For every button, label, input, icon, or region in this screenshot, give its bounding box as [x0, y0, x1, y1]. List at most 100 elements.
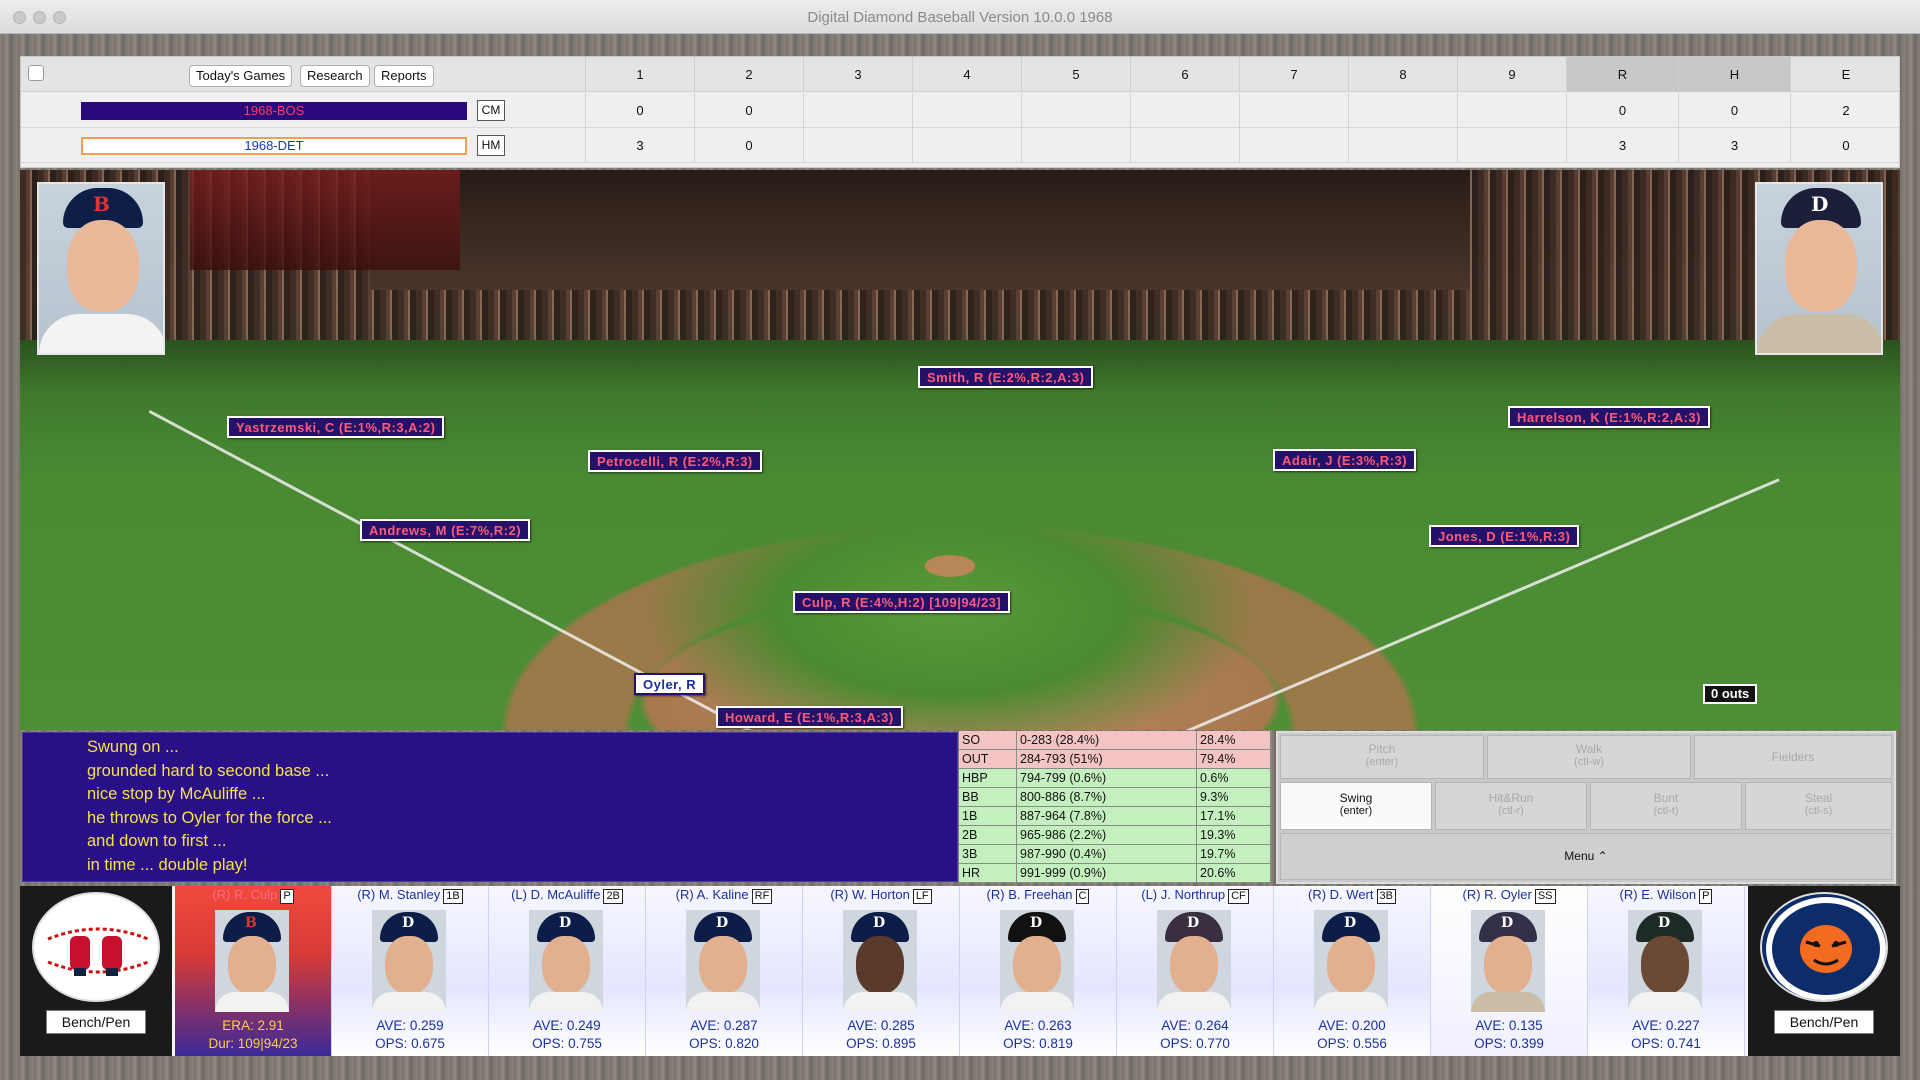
cap-logo-icon: D	[1501, 915, 1514, 931]
swing-button[interactable]: Swing (enter)	[1280, 782, 1432, 830]
player-average: AVE: 0.259	[376, 1018, 444, 1033]
play-line: Swung on ...	[87, 738, 179, 756]
select-checkbox[interactable]	[28, 65, 44, 81]
lineup-player-name: (R) D. Wert 3B	[1274, 887, 1430, 904]
odds-label: 1B	[959, 807, 1017, 826]
play-line: and down to first ...	[87, 832, 227, 850]
lineup-slot[interactable]: (R) W. Horton LF D AVE: 0.285 OPS: 0.895	[803, 886, 960, 1056]
odds-label: HR	[959, 864, 1017, 883]
odds-cumulative: 17.1%	[1197, 807, 1271, 826]
menu-button[interactable]: Menu ⌃	[1280, 833, 1892, 880]
player-ops: OPS: 0.675	[375, 1036, 445, 1051]
player-name: (R) R. Culp	[212, 887, 278, 902]
lineup-slot[interactable]: (L) D. McAuliffe 2B D AVE: 0.249 OPS: 0.7…	[489, 886, 646, 1056]
player-ops: OPS: 0.770	[1160, 1036, 1230, 1051]
player-ops: OPS: 0.741	[1631, 1036, 1701, 1051]
scoreboard-header: Today's Games Research Reports 1 2 3 4 5…	[21, 57, 1899, 92]
away-team-name[interactable]: 1968-BOS	[81, 102, 467, 120]
away-bench-button[interactable]: Bench/Pen	[46, 1010, 146, 1034]
uniform-shape	[843, 992, 917, 1012]
inning-score	[1239, 128, 1348, 163]
fielder-label-cf[interactable]: Smith, R (E:2%,R:2,A:3)	[918, 366, 1094, 388]
lineup-slot-pitcher[interactable]: (R) R. Culp P B ERA: 2.91 Dur: 109|94/23	[175, 886, 332, 1056]
face-shape	[699, 936, 747, 994]
lineup-slot[interactable]: (R) D. Wert 3B D AVE: 0.200 OPS: 0.556	[1274, 886, 1431, 1056]
hit-and-run-shortcut: (ctl-r)	[1498, 805, 1524, 817]
uniform-shape	[1000, 992, 1074, 1012]
fielder-label-p[interactable]: Culp, R (E:4%,H:2) [109|94/23]	[793, 591, 1011, 613]
odds-cumulative: 79.4%	[1197, 750, 1271, 769]
pitcher-era: ERA: 2.91	[222, 1018, 284, 1033]
cap-logo-icon: D	[1187, 915, 1200, 931]
inning-score	[1457, 128, 1566, 163]
player-average: AVE: 0.287	[690, 1018, 758, 1033]
lineup-slot[interactable]: (L) J. Northrup CF D AVE: 0.264 OPS: 0.77…	[1117, 886, 1274, 1056]
lineup-slot[interactable]: (R) A. Kaline RF D AVE: 0.287 OPS: 0.820	[646, 886, 803, 1056]
player-name: (R) D. Wert	[1308, 887, 1374, 902]
home-errors: 0	[1790, 128, 1901, 163]
odds-cumulative: 20.6%	[1197, 864, 1271, 883]
fielder-label-ss[interactable]: Petrocelli, R (E:2%,R:3)	[588, 450, 762, 472]
inning-header: 9	[1457, 57, 1566, 92]
bunt-button[interactable]: Bunt (ctl-t)	[1590, 782, 1742, 830]
steal-button[interactable]: Steal (ctl-s)	[1745, 782, 1892, 830]
face-shape	[1013, 936, 1061, 994]
lineup-slot[interactable]: (R) E. Wilson P D AVE: 0.227 OPS: 0.741	[1588, 886, 1745, 1056]
odds-cumulative: 19.7%	[1197, 845, 1271, 864]
hits-header: H	[1678, 57, 1790, 92]
cap-logo-icon: D	[559, 915, 572, 931]
lineup-strip: Bench/Pen (R) R. Culp P B ERA: 2.91 Dur: …	[20, 886, 1900, 1056]
walk-button[interactable]: Walk (ctl-w)	[1487, 735, 1691, 779]
odds-row: 1B 887-964 (7.8%) 17.1%	[959, 807, 1271, 826]
home-team-name[interactable]: 1968-DET	[81, 137, 467, 155]
player-average: AVE: 0.200	[1318, 1018, 1386, 1033]
lineup-player-name: (R) W. Horton LF	[803, 887, 959, 904]
window-title: Digital Diamond Baseball Version 10.0.0 …	[807, 9, 1113, 26]
home-control-badge[interactable]: HM	[477, 135, 505, 156]
fielders-button[interactable]: Fielders	[1694, 735, 1892, 779]
odds-row: HR 991-999 (0.9%) 20.6%	[959, 864, 1271, 883]
odds-range: 284-793 (51%)	[1017, 750, 1197, 769]
player-photo: D	[1628, 910, 1702, 1012]
inning-header: 7	[1239, 57, 1348, 92]
fielder-label-rf[interactable]: Harrelson, K (E:1%,R:2,A:3)	[1508, 406, 1710, 428]
lineup-slot[interactable]: (R) B. Freehan C D AVE: 0.263 OPS: 0.819	[960, 886, 1117, 1056]
reports-button[interactable]: Reports	[374, 65, 434, 87]
ballpark-field: Smith, R (E:2%,R:2,A:3) Yastrzemski, C (…	[20, 170, 1900, 730]
lineup-slot-current-batter[interactable]: (R) R. Oyler SS D AVE: 0.135 OPS: 0.399	[1431, 886, 1588, 1056]
fielder-label-3b[interactable]: Andrews, M (E:7%,R:2)	[360, 519, 531, 541]
fielder-label-2b[interactable]: Adair, J (E:3%,R:3)	[1273, 449, 1417, 471]
odds-row: SO 0-283 (28.4%) 28.4%	[959, 731, 1271, 750]
batter-label[interactable]: Oyler, R	[634, 673, 706, 695]
away-hits: 0	[1678, 93, 1790, 128]
pitch-button[interactable]: Pitch (enter)	[1280, 735, 1484, 779]
scoreboard: Today's Games Research Reports 1 2 3 4 5…	[20, 56, 1900, 168]
inning-header: 1	[585, 57, 694, 92]
lineup-slot[interactable]: (R) M. Stanley 1B D AVE: 0.259 OPS: 0.675	[332, 886, 489, 1056]
player-ops: OPS: 0.819	[1003, 1036, 1073, 1051]
hit-and-run-label: Hit&Run	[1488, 791, 1534, 805]
odds-row: BB 800-886 (8.7%) 9.3%	[959, 788, 1271, 807]
fielder-label-c[interactable]: Howard, E (E:1%,R:3,A:3)	[716, 706, 903, 728]
player-ops: OPS: 0.895	[846, 1036, 916, 1051]
outs-indicator: 0 outs	[1703, 684, 1758, 704]
tigers-logo-icon	[1760, 892, 1888, 1002]
research-button[interactable]: Research	[300, 65, 370, 87]
bunt-label: Bunt	[1653, 791, 1679, 805]
home-bench-button[interactable]: Bench/Pen	[1774, 1010, 1874, 1034]
todays-games-button[interactable]: Today's Games	[189, 65, 293, 87]
odds-range: 800-886 (8.7%)	[1017, 788, 1197, 807]
team-cap-logo-icon: B	[93, 192, 110, 216]
face-shape	[1641, 936, 1689, 994]
walk-label: Walk	[1575, 742, 1603, 756]
fielder-label-lf[interactable]: Yastrzemski, C (E:1%,R:3,A:2)	[227, 416, 445, 438]
fielder-label-1b[interactable]: Jones, D (E:1%,R:3)	[1429, 525, 1580, 547]
player-name: (L) J. Northrup	[1141, 887, 1226, 902]
away-runs: 0	[1566, 93, 1678, 128]
hit-and-run-button[interactable]: Hit&Run (ctl-r)	[1435, 782, 1587, 830]
position-badge: 1B	[443, 889, 463, 904]
position-badge: SS	[1534, 889, 1556, 904]
away-control-badge[interactable]: CM	[477, 100, 505, 121]
player-name: (R) W. Horton	[830, 887, 910, 902]
batter-portrait: B	[37, 182, 165, 355]
